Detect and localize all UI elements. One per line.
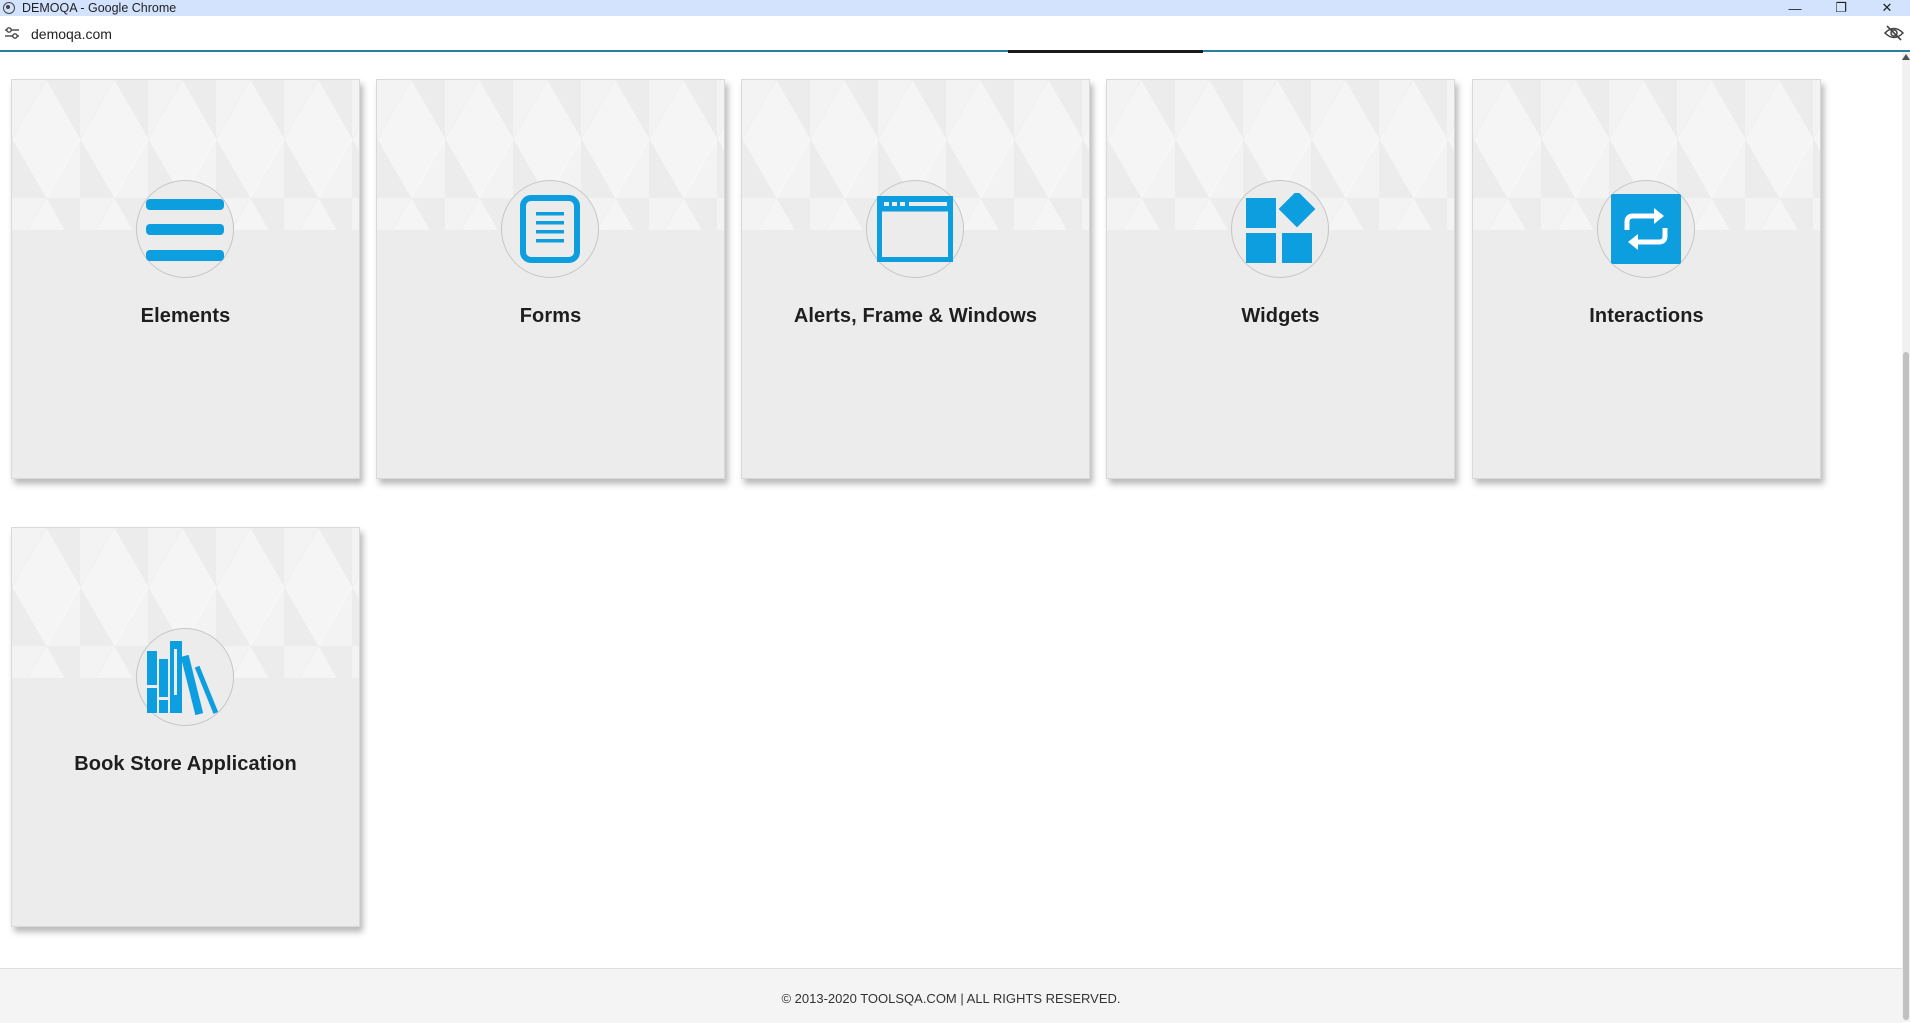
tune-icon[interactable]	[5, 27, 19, 39]
scroll-up-arrow-icon[interactable]	[1902, 54, 1910, 60]
card-title: Book Store Application	[74, 753, 297, 775]
url-field[interactable]: demoqa.com	[31, 26, 112, 42]
close-button[interactable]: ✕	[1864, 0, 1910, 16]
footer-copyright: © 2013-2020 TOOLSQA.COM | ALL RIGHTS RES…	[781, 991, 1121, 1006]
page-load-line	[0, 50, 1910, 52]
page-scrollbar[interactable]	[1902, 52, 1910, 1022]
card-avatar	[136, 628, 234, 726]
address-bar: demoqa.com	[0, 16, 1910, 51]
swap-arrows-icon	[1611, 194, 1681, 264]
card-title: Widgets	[1241, 305, 1320, 327]
window-title-bar: DEMOQA - Google Chrome — ❐ ✕	[0, 0, 1910, 16]
restore-button[interactable]: ❐	[1818, 0, 1864, 16]
card-avatar	[866, 180, 964, 278]
eye-off-icon[interactable]	[1884, 25, 1904, 41]
card-alerts-frame-windows[interactable]: Alerts, Frame & Windows	[741, 79, 1090, 479]
card-avatar	[1231, 180, 1329, 278]
card-avatar	[136, 180, 234, 278]
card-avatar	[1597, 180, 1695, 278]
card-title: Alerts, Frame & Windows	[793, 305, 1038, 327]
widgets-grid-icon	[1246, 193, 1316, 263]
minimize-button[interactable]: —	[1772, 0, 1818, 16]
browser-window-icon	[877, 196, 953, 262]
card-book-store-application[interactable]: Book Store Application	[11, 527, 360, 927]
card-avatar	[501, 180, 599, 278]
card-title: Forms	[519, 305, 582, 327]
card-forms[interactable]: Forms	[376, 79, 725, 479]
page-footer: © 2013-2020 TOOLSQA.COM | ALL RIGHTS RES…	[0, 968, 1902, 1023]
hamburger-lines-icon	[146, 199, 224, 261]
card-title: Elements	[140, 305, 231, 327]
window-title: DEMOQA - Google Chrome	[22, 1, 177, 15]
scroll-thumb[interactable]	[1903, 352, 1909, 1020]
card-interactions[interactable]: Interactions	[1472, 79, 1821, 479]
card-title: Interactions	[1589, 305, 1704, 327]
card-elements[interactable]: Elements	[11, 79, 360, 479]
books-icon	[147, 641, 219, 716]
window-controls: — ❐ ✕	[1772, 0, 1910, 16]
page-load-indicator	[1008, 50, 1203, 53]
chrome-icon	[3, 2, 15, 14]
card-widgets[interactable]: Widgets	[1106, 79, 1455, 479]
document-icon	[520, 195, 580, 263]
